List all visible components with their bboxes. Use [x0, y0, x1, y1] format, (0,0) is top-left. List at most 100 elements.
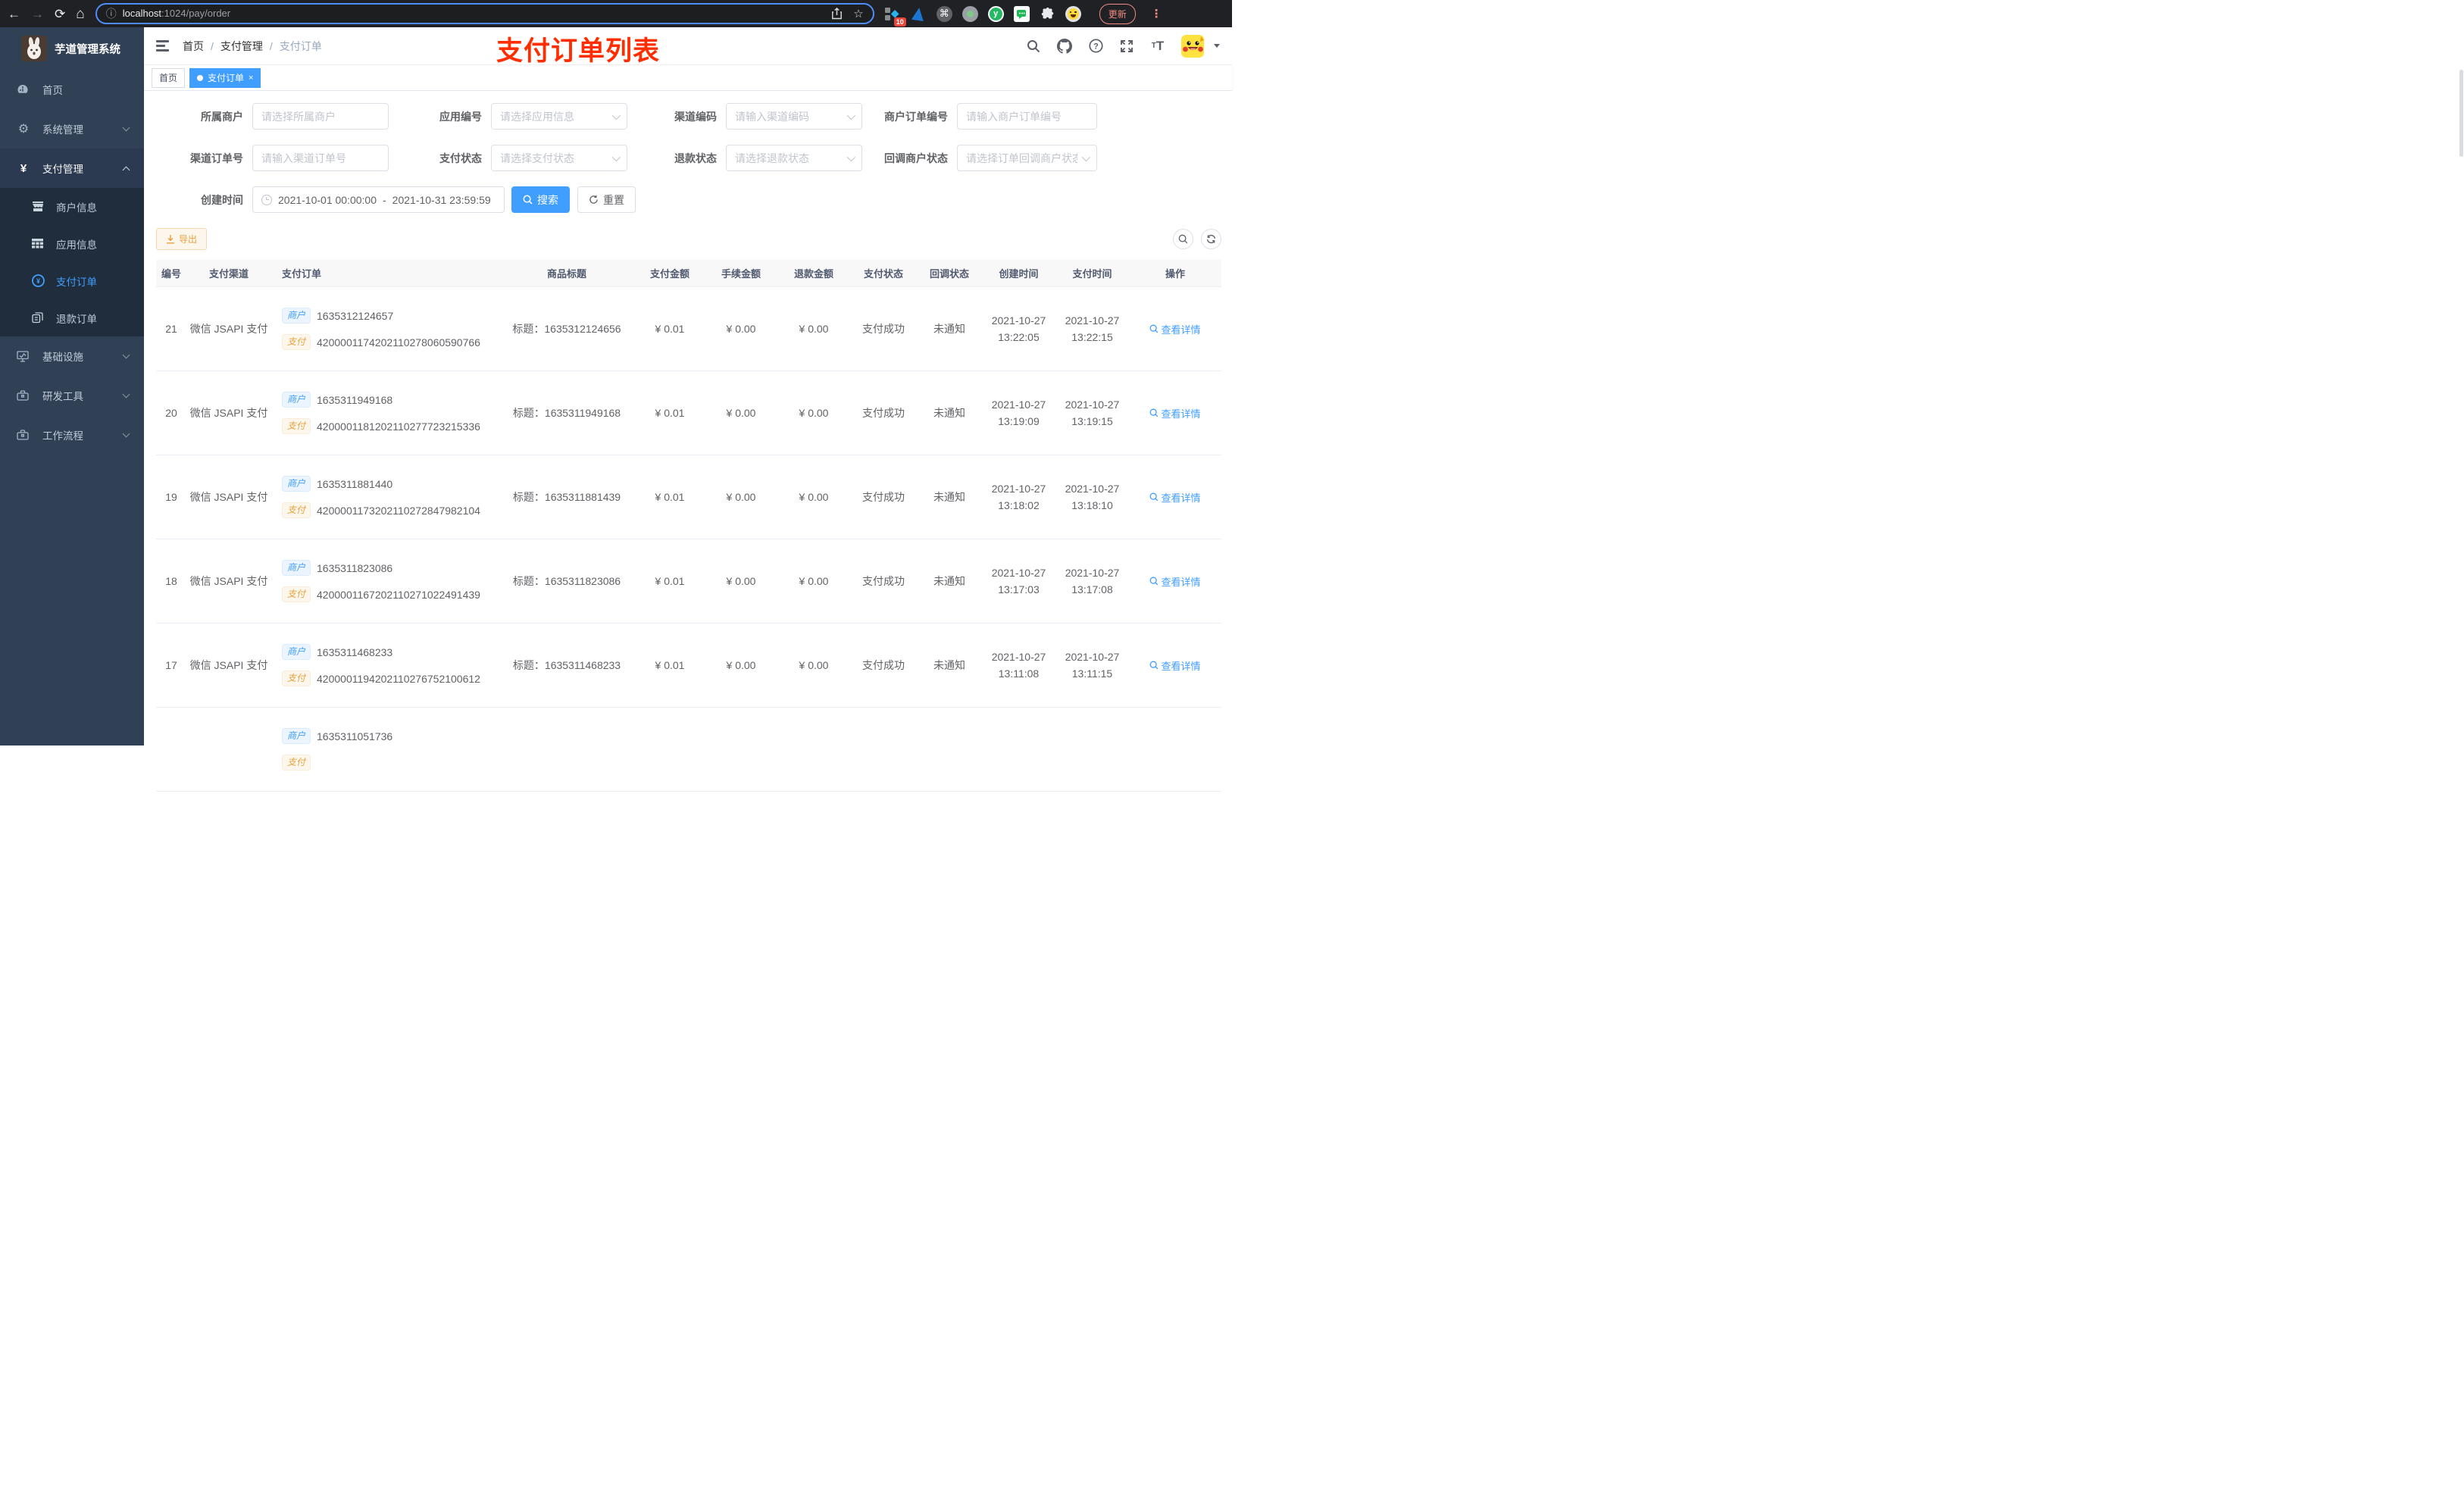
create-clock: 13:11:08	[998, 667, 1040, 680]
pay-tag: 支付	[282, 418, 311, 434]
sidebar-item-pay-order[interactable]: ¥ 支付订单	[0, 262, 144, 299]
app-logo-row[interactable]: 芋道管理系统	[0, 27, 144, 70]
gear-icon: ⚙	[17, 123, 30, 136]
share-icon[interactable]	[831, 8, 843, 20]
date-start: 2021-10-01 00:00:00	[278, 193, 377, 206]
view-detail-link[interactable]: 查看详情	[1149, 574, 1201, 589]
sidebar-item-app-info[interactable]: 应用信息	[0, 225, 144, 262]
toggle-search-button[interactable]	[1173, 229, 1193, 249]
tab-pay-order[interactable]: 支付订单 ×	[189, 67, 261, 88]
top-navbar: 首页 / 支付管理 / 支付订单 支付订单列表 ? TT	[144, 27, 1232, 66]
help-icon[interactable]: ?	[1088, 39, 1103, 54]
extension-emoji-icon[interactable]	[1065, 5, 1081, 22]
product-title: 标题：1635312124656	[512, 323, 621, 335]
page-scrollbar[interactable]	[2459, 70, 2463, 157]
table-toolbar: 导出	[156, 228, 1221, 250]
reload-icon[interactable]: ⟳	[55, 8, 65, 20]
extensions-puzzle-icon[interactable]	[1040, 6, 1055, 22]
pay-amount: ¥ 0.01	[655, 491, 685, 503]
sidebar-item-workflow[interactable]: 工作流程	[0, 415, 144, 455]
close-icon[interactable]: ×	[249, 73, 253, 83]
filter-label: 退款状态	[674, 152, 717, 164]
view-detail-link[interactable]: 查看详情	[1149, 406, 1201, 420]
breadcrumb-home[interactable]: 首页	[183, 39, 204, 54]
home-icon[interactable]: ⌂	[76, 7, 84, 21]
reset-button[interactable]: 重置	[577, 186, 636, 213]
avatar-dropdown-icon[interactable]	[1214, 44, 1220, 48]
search-icon[interactable]	[1026, 39, 1041, 54]
filter-label: 创建时间	[201, 193, 243, 206]
pay-status-select[interactable]: 请选择支付状态	[491, 145, 627, 171]
forward-icon[interactable]: →	[31, 8, 44, 20]
url-host: localhost	[122, 8, 162, 19]
extension-badge: 10	[893, 17, 906, 27]
create-time	[982, 741, 1055, 758]
extension-kite-icon[interactable]	[911, 6, 927, 22]
refund-amount: ¥ 0.00	[799, 575, 829, 587]
browser-menu-icon[interactable]: ⋮	[1151, 7, 1162, 20]
extension-chat-icon[interactable]	[1013, 5, 1030, 22]
extension-y-icon[interactable]: y	[987, 5, 1004, 22]
avatar[interactable]	[1181, 34, 1204, 58]
grid-icon	[32, 239, 45, 248]
breadcrumb-pay-order: 支付订单	[279, 39, 322, 52]
refund-status-select[interactable]: 请选择退款状态	[726, 145, 862, 171]
pay-clock: 13:19:15	[1071, 415, 1113, 427]
github-icon[interactable]	[1057, 38, 1072, 54]
merchant-order-no-input[interactable]: 请输入商户订单编号	[957, 103, 1097, 130]
extension-blue-diamond-icon[interactable]: ◆ 10	[884, 6, 906, 27]
tab-home[interactable]: 首页	[152, 67, 186, 88]
view-detail-label: 查看详情	[1161, 408, 1201, 420]
pay-channel: 微信 JSAPI 支付	[189, 659, 268, 671]
merchant-select[interactable]: 请选择所属商户	[252, 103, 389, 130]
address-bar[interactable]: ⓘ localhost:1024/pay/order ☆	[95, 3, 874, 24]
fee-amount: ¥ 0.00	[726, 659, 756, 671]
sidebar-item-system[interactable]: ⚙ 系统管理	[0, 109, 144, 148]
app-id-select[interactable]: 请选择应用信息	[491, 103, 627, 130]
browser-update-button[interactable]: 更新	[1099, 3, 1136, 24]
notify-status-select[interactable]: 请选择订单回调商户状态	[957, 145, 1097, 171]
extension-dot-icon[interactable]	[962, 5, 978, 22]
search-button[interactable]: 搜索	[511, 186, 570, 213]
channel-code-select[interactable]: 请输入渠道编码	[726, 103, 862, 130]
refresh-button[interactable]	[1201, 229, 1221, 249]
view-detail-link[interactable]: 查看详情	[1149, 658, 1201, 673]
pay-clock: 13:22:15	[1071, 331, 1113, 343]
back-icon[interactable]: ←	[8, 8, 20, 20]
extension-command-icon[interactable]: ⌘	[936, 5, 952, 22]
view-detail-link[interactable]: 查看详情	[1149, 490, 1201, 505]
filter-row-3: 创建时间 2021-10-01 00:00:00 - 2021-10-31 23…	[156, 186, 1221, 213]
sidebar-item-label: 支付订单	[56, 276, 97, 288]
create-clock: 13:18:02	[998, 499, 1040, 511]
active-tab-dot	[197, 74, 204, 81]
filter-label: 应用编号	[439, 110, 482, 123]
svg-text:?: ?	[1093, 42, 1099, 52]
export-button[interactable]: 导出	[156, 228, 208, 250]
export-button-label: 导出	[179, 234, 198, 245]
sidebar-item-dev-tools[interactable]: 研发工具	[0, 376, 144, 415]
breadcrumb-payment[interactable]: 支付管理	[220, 39, 263, 54]
order-id: 21	[165, 323, 177, 335]
table-body: 21 微信 JSAPI 支付 商户 1635312124657 支付 4200001…	[156, 287, 1221, 792]
sidebar-item-infrastructure[interactable]: 基础设施	[0, 336, 144, 376]
create-time: 2021-10-27 13:18:02	[982, 480, 1055, 514]
sidebar-item-payment[interactable]: ¥ 支付管理	[0, 148, 144, 188]
product-title: 标题：1635311823086	[512, 575, 621, 587]
site-info-icon[interactable]: ⓘ	[106, 6, 117, 21]
create-date: 2021-10-27	[991, 399, 1046, 411]
fullscreen-icon[interactable]	[1119, 39, 1134, 54]
sidebar-item-merchant-info[interactable]: 商户信息	[0, 188, 144, 225]
sidebar-toggle-icon[interactable]	[156, 40, 169, 52]
font-size-icon[interactable]: TT	[1150, 39, 1165, 54]
channel-order-no-input[interactable]: 请输入渠道订单号	[252, 145, 389, 171]
sidebar-item-home[interactable]: 首页	[0, 70, 144, 109]
pay-time: 2021-10-27 13:11:15	[1055, 649, 1129, 682]
view-detail-link[interactable]: 查看详情	[1149, 322, 1201, 336]
table-row: 21 微信 JSAPI 支付 商户 1635312124657 支付 4200001…	[156, 287, 1221, 371]
create-time-range-input[interactable]: 2021-10-01 00:00:00 - 2021-10-31 23:59:5…	[252, 186, 505, 213]
chevron-down-icon	[122, 390, 130, 399]
sidebar-item-refund-order[interactable]: 退款订单	[0, 299, 144, 336]
search-button-label: 搜索	[537, 193, 558, 206]
table-row: 19 微信 JSAPI 支付 商户 1635311881440 支付 4200001…	[156, 455, 1221, 539]
bookmark-star-icon[interactable]: ☆	[853, 7, 863, 20]
